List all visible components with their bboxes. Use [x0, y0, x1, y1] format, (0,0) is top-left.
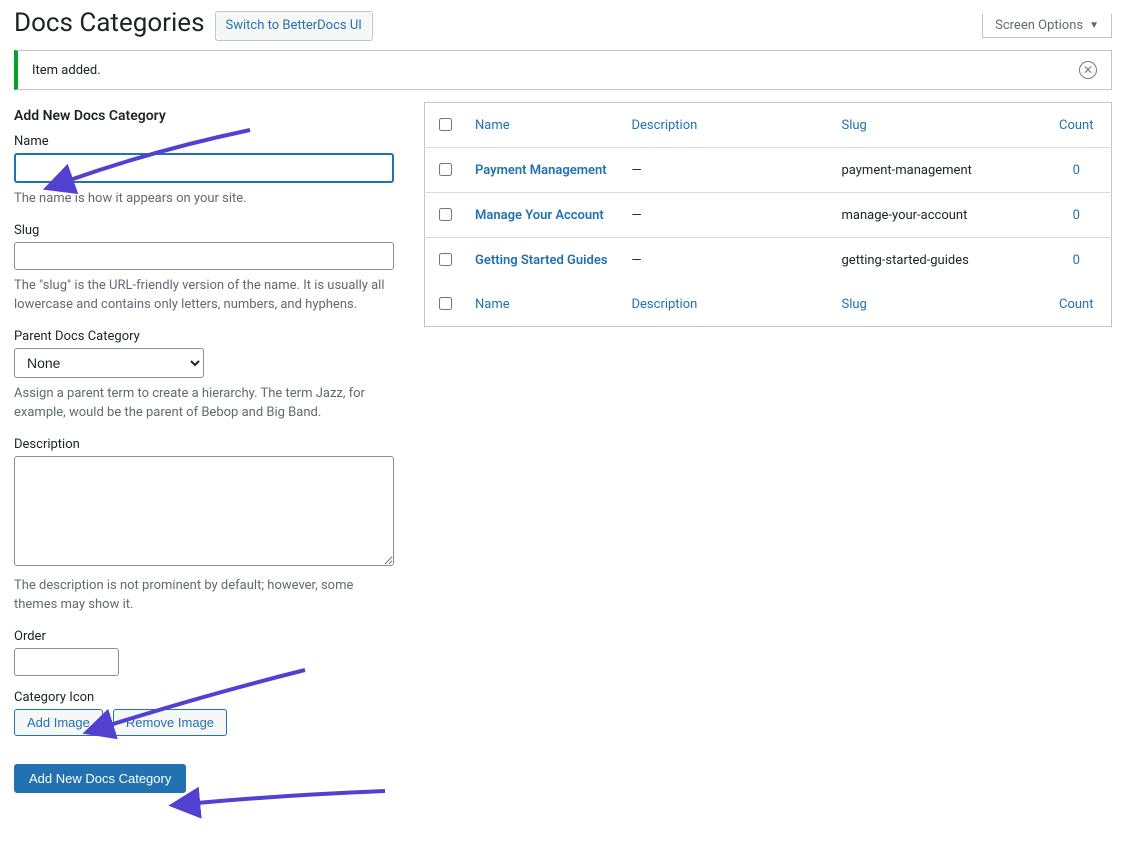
notice-message: Item added.	[32, 63, 101, 78]
description-help: The description is not prominent by defa…	[14, 576, 394, 615]
row-description: —	[622, 148, 832, 193]
screen-options-toggle[interactable]: Screen Options ▼	[982, 14, 1112, 38]
row-name-link[interactable]: Manage Your Account	[475, 208, 604, 223]
row-name-link[interactable]: Payment Management	[475, 163, 607, 178]
remove-image-button[interactable]: Remove Image	[113, 709, 227, 736]
row-description: —	[622, 193, 832, 238]
switch-ui-button[interactable]: Switch to BetterDocs UI	[215, 11, 373, 42]
row-name-link[interactable]: Getting Started Guides	[475, 253, 608, 268]
col-header-name-bottom[interactable]: Name	[475, 297, 510, 312]
row-slug: payment-management	[832, 148, 1042, 193]
row-checkbox[interactable]	[439, 163, 452, 176]
admin-notice: Item added. ✕	[14, 50, 1112, 90]
description-textarea[interactable]	[14, 456, 394, 566]
parent-label: Parent Docs Category	[14, 329, 394, 344]
col-header-count-top[interactable]: Count	[1059, 118, 1093, 133]
row-checkbox[interactable]	[439, 253, 452, 266]
col-header-description-top[interactable]: Description	[632, 118, 698, 133]
parent-help: Assign a parent term to create a hierarc…	[14, 384, 394, 423]
name-help: The name is how it appears on your site.	[14, 189, 394, 209]
row-slug: manage-your-account	[832, 193, 1042, 238]
slug-help: The "slug" is the URL-friendly version o…	[14, 276, 394, 315]
page-title: Docs Categories	[14, 8, 205, 38]
table-row: Manage Your Account — manage-your-accoun…	[425, 193, 1112, 238]
slug-input[interactable]	[14, 242, 394, 270]
select-all-top-checkbox[interactable]	[439, 118, 452, 131]
screen-options-label: Screen Options	[995, 18, 1083, 33]
submit-button[interactable]: Add New Docs Category	[14, 764, 186, 793]
col-header-description-bottom[interactable]: Description	[632, 297, 698, 312]
col-header-name-top[interactable]: Name	[475, 118, 510, 133]
row-count-link[interactable]: 0	[1073, 208, 1080, 223]
name-input[interactable]	[14, 153, 394, 183]
close-icon[interactable]: ✕	[1079, 61, 1097, 79]
add-image-button[interactable]: Add Image	[14, 709, 103, 736]
parent-select[interactable]: None	[14, 348, 204, 378]
row-count-link[interactable]: 0	[1073, 253, 1080, 268]
order-input[interactable]	[14, 648, 119, 676]
select-all-bottom-checkbox[interactable]	[439, 297, 452, 310]
row-slug: getting-started-guides	[832, 238, 1042, 283]
order-label: Order	[14, 629, 394, 644]
row-count-link[interactable]: 0	[1073, 163, 1080, 178]
col-header-count-bottom[interactable]: Count	[1059, 297, 1093, 312]
row-description: —	[622, 238, 832, 283]
form-heading: Add New Docs Category	[14, 108, 394, 124]
col-header-slug-top[interactable]: Slug	[842, 118, 867, 133]
name-label: Name	[14, 134, 394, 149]
table-row: Getting Started Guides — getting-started…	[425, 238, 1112, 283]
slug-label: Slug	[14, 223, 394, 238]
table-row: Payment Management — payment-management …	[425, 148, 1112, 193]
col-header-slug-bottom[interactable]: Slug	[842, 297, 867, 312]
chevron-down-icon: ▼	[1089, 21, 1099, 31]
row-checkbox[interactable]	[439, 208, 452, 221]
category-icon-label: Category Icon	[14, 690, 394, 705]
description-label: Description	[14, 437, 394, 452]
categories-table: Name Description Slug Count Payment Mana…	[424, 102, 1112, 327]
